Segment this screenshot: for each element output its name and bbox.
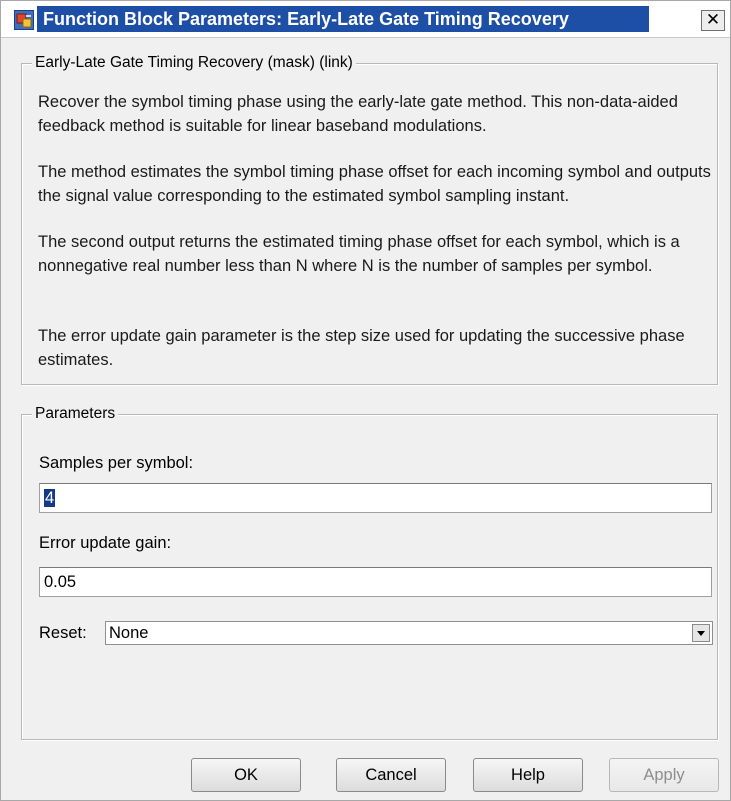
- parameters-group: Parameters Samples per symbol: 4 Error u…: [21, 404, 718, 740]
- dropdown-arrow[interactable]: [692, 624, 710, 642]
- description-group: Early-Late Gate Timing Recovery (mask) (…: [21, 53, 718, 385]
- description-paragraph-3: The second output returns the estimated …: [38, 233, 680, 275]
- reset-label: Reset:: [39, 624, 87, 642]
- cancel-button[interactable]: Cancel: [336, 758, 446, 792]
- samples-per-symbol-label: Samples per symbol:: [39, 454, 194, 472]
- close-button[interactable]: ✕: [701, 10, 725, 31]
- apply-button[interactable]: Apply: [609, 758, 719, 792]
- chevron-down-icon: [697, 631, 705, 636]
- dialog-window: Function Block Parameters: Early-Late Ga…: [0, 0, 731, 801]
- samples-per-symbol-value: 4: [44, 489, 56, 507]
- error-update-gain-label: Error update gain:: [39, 534, 172, 552]
- description-paragraph-4: The error update gain parameter is the s…: [38, 327, 685, 369]
- ok-button[interactable]: OK: [191, 758, 301, 792]
- parameters-legend: Parameters: [32, 404, 119, 424]
- error-update-gain-value: 0.05: [44, 573, 77, 591]
- samples-per-symbol-input[interactable]: 4: [39, 483, 712, 513]
- title-bar: Function Block Parameters: Early-Late Ga…: [1, 1, 730, 38]
- description-paragraph-1: Recover the symbol timing phase using th…: [38, 93, 678, 135]
- window-title: Function Block Parameters: Early-Late Ga…: [37, 6, 649, 32]
- reset-value: None: [109, 624, 149, 642]
- description-paragraph-2: The method estimates the symbol timing p…: [38, 163, 711, 205]
- close-icon: ✕: [705, 10, 721, 30]
- help-button[interactable]: Help: [473, 758, 583, 792]
- reset-dropdown[interactable]: None: [105, 621, 713, 645]
- error-update-gain-input[interactable]: 0.05: [39, 567, 712, 597]
- simulink-block-icon: [14, 10, 34, 30]
- description-legend: Early-Late Gate Timing Recovery (mask) (…: [32, 53, 356, 73]
